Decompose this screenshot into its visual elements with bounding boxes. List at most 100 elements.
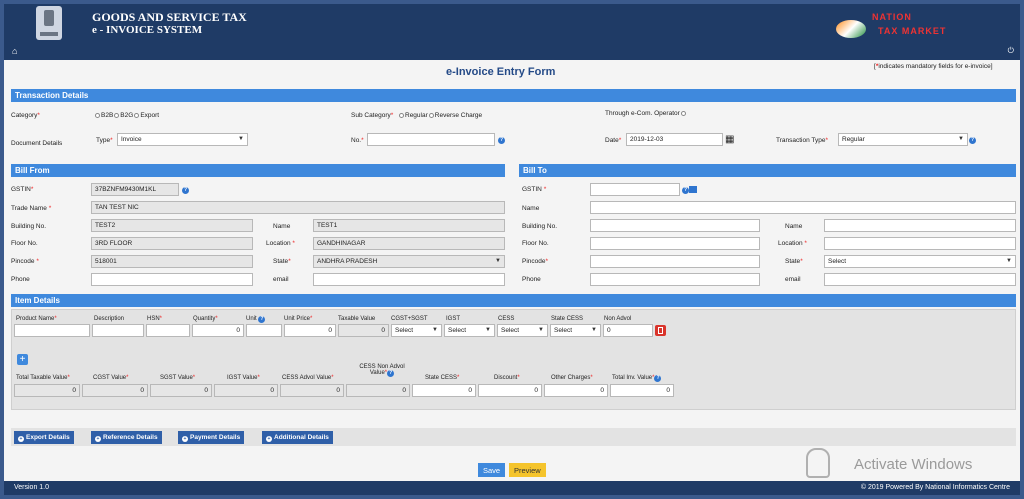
from-location-input[interactable]: GANDHINAGAR bbox=[313, 237, 505, 250]
to-name-input[interactable] bbox=[824, 219, 1016, 232]
to-pincode-label: Pincode* bbox=[522, 258, 549, 265]
from-state-label: State* bbox=[273, 258, 291, 265]
type-select[interactable]: Invoice bbox=[117, 133, 248, 146]
cgst-select[interactable]: Select bbox=[391, 324, 442, 337]
home-icon[interactable]: ⌂ bbox=[12, 46, 17, 56]
category-label: Category* bbox=[11, 112, 40, 119]
help-icon[interactable]: ? bbox=[682, 187, 689, 194]
to-building-input[interactable] bbox=[590, 219, 760, 232]
col-cgst: CGST+SGST bbox=[391, 316, 428, 322]
from-pincode-input[interactable]: 518001 bbox=[91, 255, 253, 268]
to-location-input[interactable] bbox=[824, 237, 1016, 250]
to-gstin-label: GSTIN * bbox=[522, 186, 547, 193]
tab-payment-details[interactable]: + Payment Details bbox=[178, 431, 245, 444]
unit-price-input[interactable]: 0 bbox=[284, 324, 336, 337]
to-floor-input[interactable] bbox=[590, 237, 760, 250]
to-name-label: Name bbox=[522, 205, 540, 212]
to-email-input[interactable] bbox=[824, 273, 1016, 286]
col-non-advol: Non Advol bbox=[604, 316, 632, 322]
cess-non-advol-value[interactable]: 0 bbox=[346, 384, 410, 397]
to-gstin-input[interactable] bbox=[590, 183, 680, 196]
from-building-input[interactable]: TEST2 bbox=[91, 219, 253, 232]
detail-tabs bbox=[11, 428, 1016, 446]
to-pincode-input[interactable] bbox=[590, 255, 760, 268]
from-phone-input[interactable] bbox=[91, 273, 253, 286]
hsn-input[interactable] bbox=[146, 324, 190, 337]
col-unit: Unit ? bbox=[246, 316, 266, 323]
state-cess-value-label: State CESS* bbox=[425, 375, 460, 381]
total-inv-value[interactable]: 0 bbox=[610, 384, 674, 397]
from-floor-label: Floor No. bbox=[11, 240, 38, 247]
help-icon[interactable]: ? bbox=[498, 137, 505, 144]
igst-value-label: IGST Value* bbox=[227, 375, 260, 381]
logo-text-line2: TAX MARKET bbox=[878, 26, 947, 36]
from-email-input[interactable] bbox=[313, 273, 505, 286]
date-input[interactable]: 2019-12-03 bbox=[626, 133, 723, 146]
sgst-value[interactable]: 0 bbox=[150, 384, 212, 397]
col-unit-price: Unit Price* bbox=[284, 316, 313, 322]
doc-no-input[interactable] bbox=[367, 133, 495, 146]
from-phone-label: Phone bbox=[11, 276, 30, 283]
from-floor-input[interactable]: 3RD FLOOR bbox=[91, 237, 253, 250]
search-icon[interactable] bbox=[689, 186, 697, 193]
nav-bar: ⌂ ⏻ bbox=[4, 44, 1020, 60]
cgst-value[interactable]: 0 bbox=[82, 384, 148, 397]
from-name-input[interactable]: TEST1 bbox=[313, 219, 505, 232]
from-trade-name-input[interactable]: TAN TEST NIC bbox=[91, 201, 505, 214]
ecom-label[interactable]: Through e-Com. Operator bbox=[605, 110, 687, 117]
save-button[interactable]: Save bbox=[478, 463, 506, 477]
description-input[interactable] bbox=[92, 324, 144, 337]
taxable-value-input[interactable]: 0 bbox=[338, 324, 389, 337]
power-icon[interactable]: ⏻ bbox=[1008, 46, 1014, 56]
tab-export-details[interactable]: + Export Details bbox=[14, 431, 74, 444]
trans-type-select[interactable]: Regular bbox=[838, 133, 968, 146]
logo-text-line1: NATION bbox=[872, 12, 912, 22]
calendar-icon[interactable]: ▦ bbox=[725, 134, 734, 145]
to-phone-input[interactable] bbox=[590, 273, 760, 286]
quantity-input[interactable]: 0 bbox=[192, 324, 244, 337]
discount-label: Discount* bbox=[494, 375, 520, 381]
non-advol-input[interactable]: 0 bbox=[603, 324, 653, 337]
to-name2-label: Name bbox=[785, 223, 803, 230]
other-charges-input[interactable]: 0 bbox=[544, 384, 608, 397]
total-taxable-value[interactable]: 0 bbox=[14, 384, 80, 397]
col-hsn: HSN* bbox=[147, 316, 163, 322]
cess-select[interactable]: Select bbox=[497, 324, 548, 337]
from-building-label: Building No. bbox=[11, 223, 47, 230]
to-trade-name-input[interactable] bbox=[590, 201, 1016, 214]
product-name-input[interactable] bbox=[14, 324, 90, 337]
to-floor-label: Floor No. bbox=[522, 240, 549, 247]
col-description: Description bbox=[94, 316, 125, 322]
to-state-select[interactable]: Select bbox=[824, 255, 1016, 268]
unit-input[interactable] bbox=[246, 324, 282, 337]
cgst-value-label: CGST Value* bbox=[93, 375, 129, 381]
igst-value[interactable]: 0 bbox=[214, 384, 278, 397]
col-taxable: Taxable Value bbox=[338, 316, 376, 322]
from-gstin-input[interactable]: 37BZNFM9430M1KL bbox=[91, 183, 179, 196]
tab-additional-details[interactable]: + Additional Details bbox=[262, 431, 333, 444]
cess-advol-value[interactable]: 0 bbox=[280, 384, 344, 397]
igst-select[interactable]: Select bbox=[444, 324, 495, 337]
state-cess-value[interactable]: 0 bbox=[412, 384, 476, 397]
section-transaction: Transaction Details bbox=[11, 89, 1016, 102]
state-cess-select[interactable]: Select bbox=[550, 324, 601, 337]
help-icon[interactable]: ? bbox=[969, 137, 976, 144]
from-state-select[interactable]: ANDHRA PRADESH bbox=[313, 255, 505, 268]
doc-details-label: Document Details bbox=[11, 140, 63, 147]
category-radios[interactable]: B2B B2G Export bbox=[94, 112, 159, 119]
tab-reference-details[interactable]: + Reference Details bbox=[91, 431, 162, 444]
preview-button[interactable]: Preview bbox=[509, 463, 546, 477]
add-item-button[interactable]: + bbox=[17, 354, 28, 365]
activation-watermark: Activate Windows bbox=[854, 456, 973, 473]
discount-input[interactable]: 0 bbox=[478, 384, 542, 397]
from-pincode-label: Pincode * bbox=[11, 258, 39, 265]
version-text: Version 1.0 bbox=[14, 484, 50, 491]
from-location-label: Location * bbox=[266, 240, 295, 247]
sgst-value-label: SGST Value* bbox=[160, 375, 196, 381]
help-icon[interactable]: ? bbox=[182, 187, 189, 194]
subcategory-radios[interactable]: Regular Reverse Charge bbox=[398, 112, 482, 119]
delete-row-icon[interactable] bbox=[655, 325, 666, 336]
section-bill-to: Bill To bbox=[519, 164, 1016, 177]
no-label: No.* bbox=[351, 137, 364, 144]
from-gstin-label: GSTIN* bbox=[11, 186, 34, 193]
